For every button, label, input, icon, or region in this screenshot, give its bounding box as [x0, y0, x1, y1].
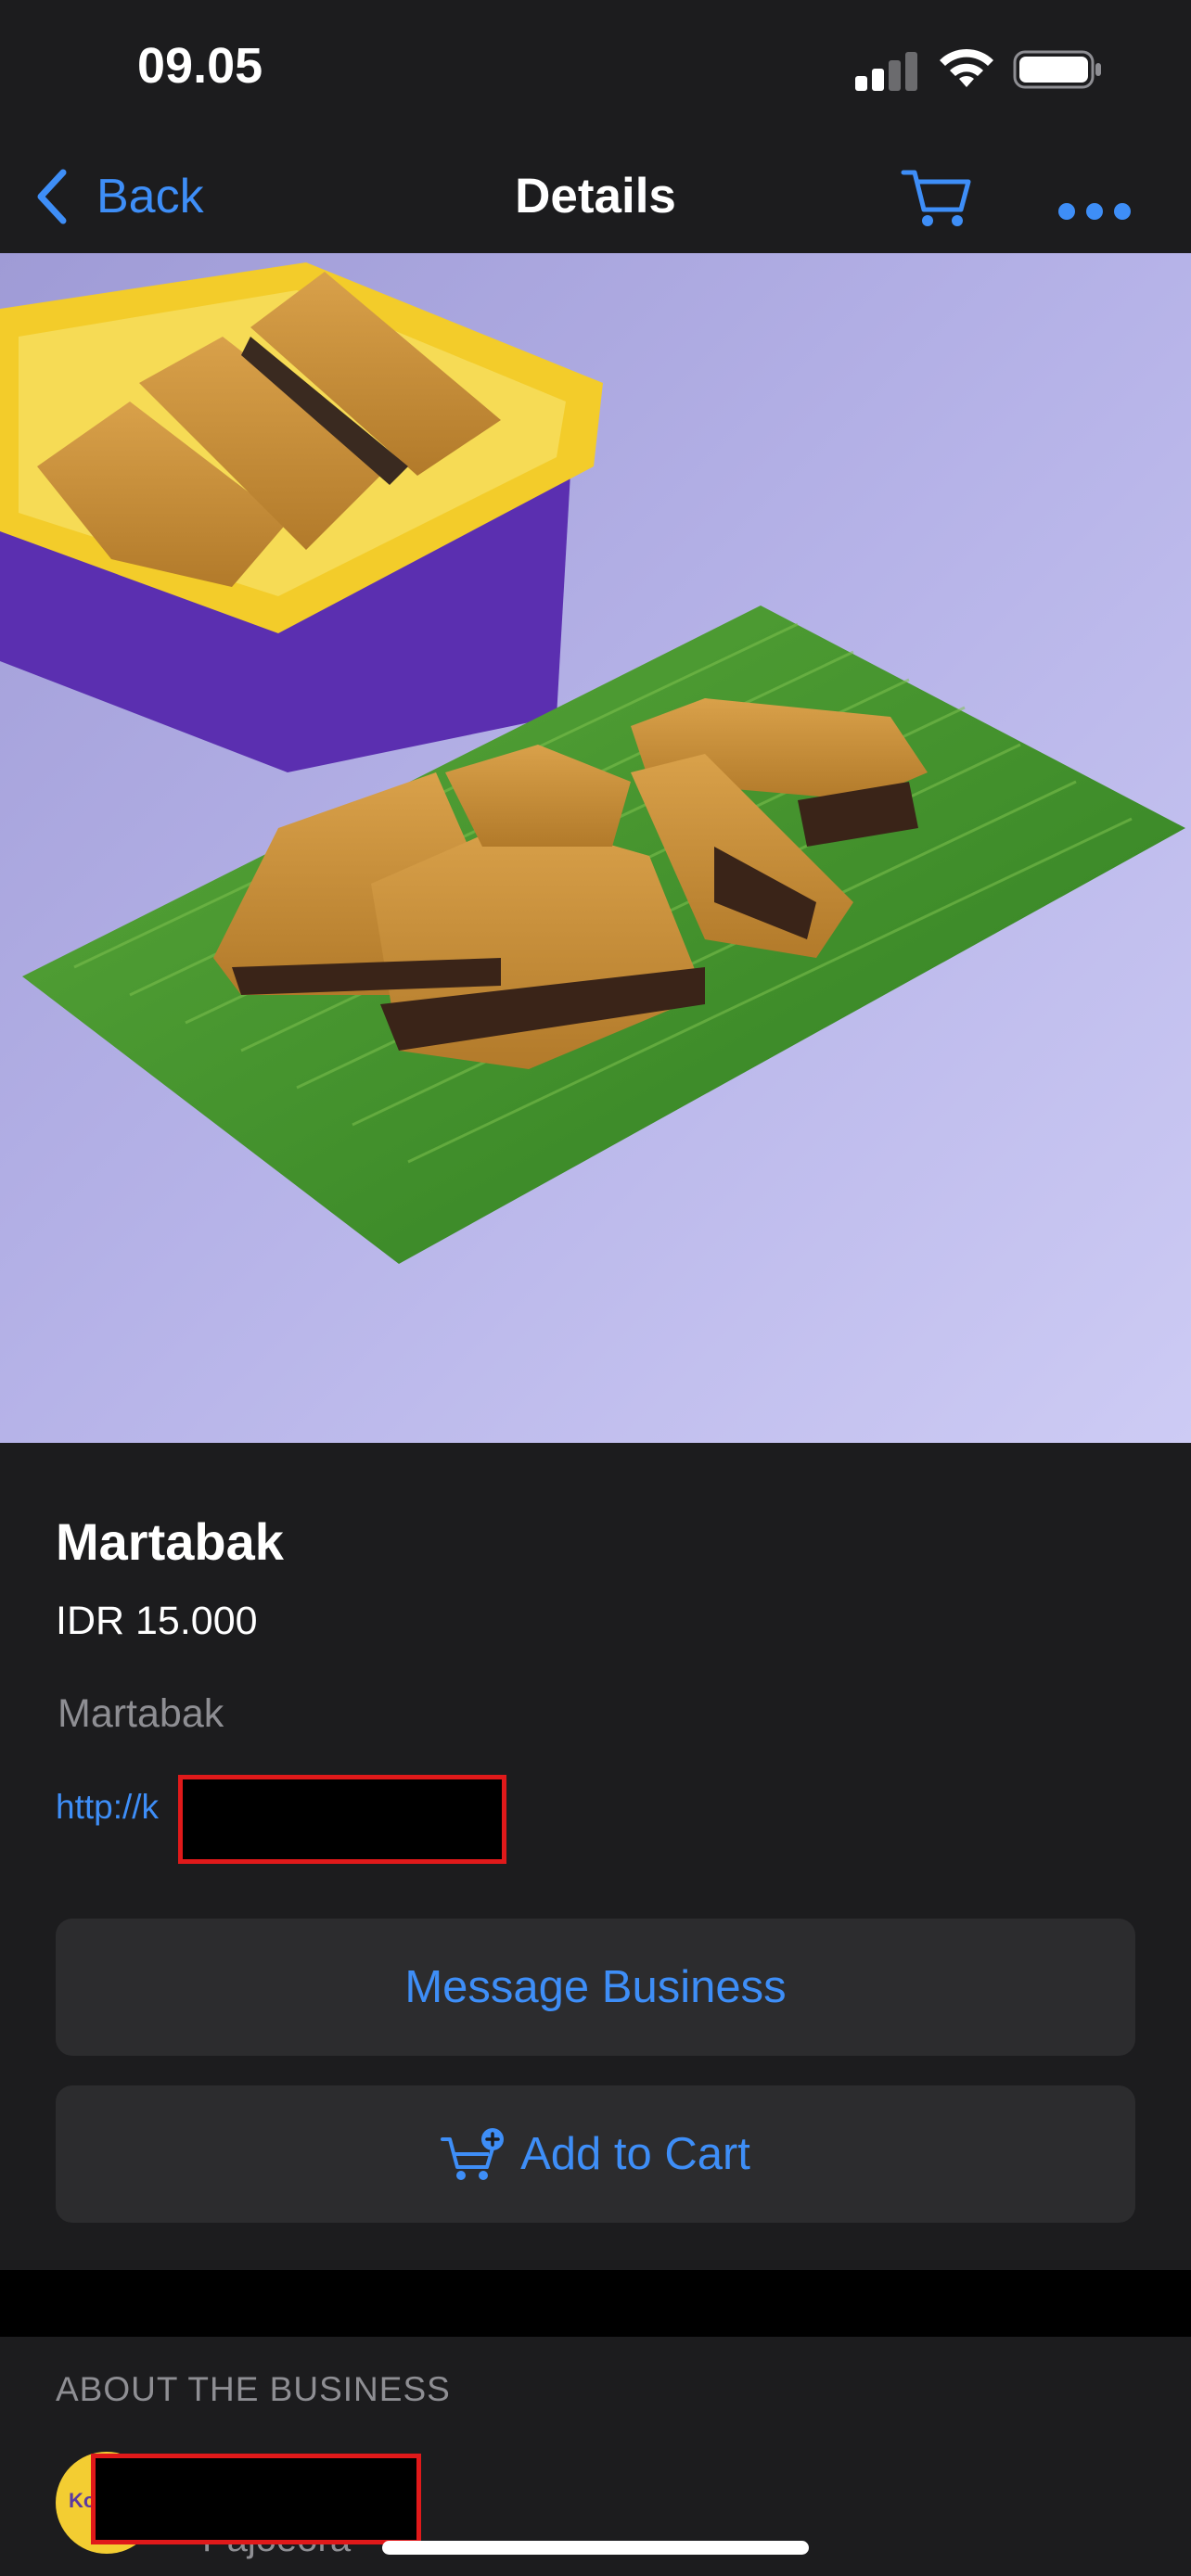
about-business-header: ABOUT THE BUSINESS — [56, 2370, 451, 2408]
status-time: 09.05 — [137, 38, 263, 94]
redaction-box — [178, 1775, 506, 1864]
navigation-bar: Back Details — [0, 139, 1191, 253]
cart-button[interactable] — [900, 159, 974, 234]
more-options-button[interactable] — [1056, 159, 1133, 234]
section-divider — [0, 2270, 1191, 2337]
status-bar: 09.05 — [0, 0, 1191, 139]
wifi-icon — [937, 46, 996, 91]
product-image[interactable] — [0, 253, 1191, 1443]
cart-add-icon — [441, 2128, 505, 2180]
product-price: IDR 15.000 — [56, 1599, 258, 1643]
product-link[interactable]: http://k — [56, 1788, 159, 1827]
redaction-box — [91, 2454, 421, 2544]
cellular-signal-icon — [855, 50, 918, 91]
product-info-section: Martabak IDR 15.000 Martabak http://k Me… — [0, 1443, 1191, 2270]
add-to-cart-label: Add to Cart — [520, 2129, 750, 2179]
message-business-label: Message Business — [404, 1962, 787, 2012]
message-business-button[interactable]: Message Business — [56, 1919, 1135, 2056]
product-description: Martabak — [58, 1691, 224, 1736]
cart-icon — [901, 170, 971, 226]
battery-icon — [1013, 48, 1104, 91]
page-title: Details — [515, 169, 676, 223]
ellipsis-icon — [1058, 203, 1131, 220]
product-name: Martabak — [56, 1512, 284, 1571]
home-indicator[interactable] — [382, 2541, 809, 2555]
add-to-cart-button[interactable]: Add to Cart — [56, 2085, 1135, 2223]
